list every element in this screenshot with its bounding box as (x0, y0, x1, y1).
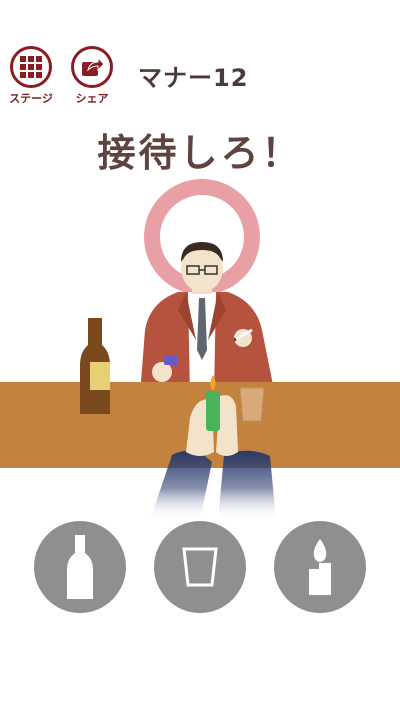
lighter-action-button[interactable] (274, 521, 366, 613)
stage-button[interactable]: ステージ (7, 46, 55, 106)
grid-icon (20, 56, 42, 78)
bottle-action-button[interactable] (34, 521, 126, 613)
level-title: マナー12 (138, 64, 249, 92)
stage-label: ステージ (9, 92, 53, 105)
lighter-icon (309, 539, 331, 595)
share-icon (82, 56, 104, 76)
beer-bottle[interactable] (80, 318, 110, 414)
bottle-icon (67, 535, 93, 599)
player-right-arm (218, 450, 276, 520)
instruction-text: 接待しろ！ (97, 131, 303, 175)
glass-icon (182, 547, 218, 587)
drink-glass[interactable] (239, 387, 265, 422)
glass-action-button[interactable] (154, 521, 246, 613)
share-label: シェア (75, 92, 109, 105)
share-button[interactable]: シェア (68, 46, 116, 106)
